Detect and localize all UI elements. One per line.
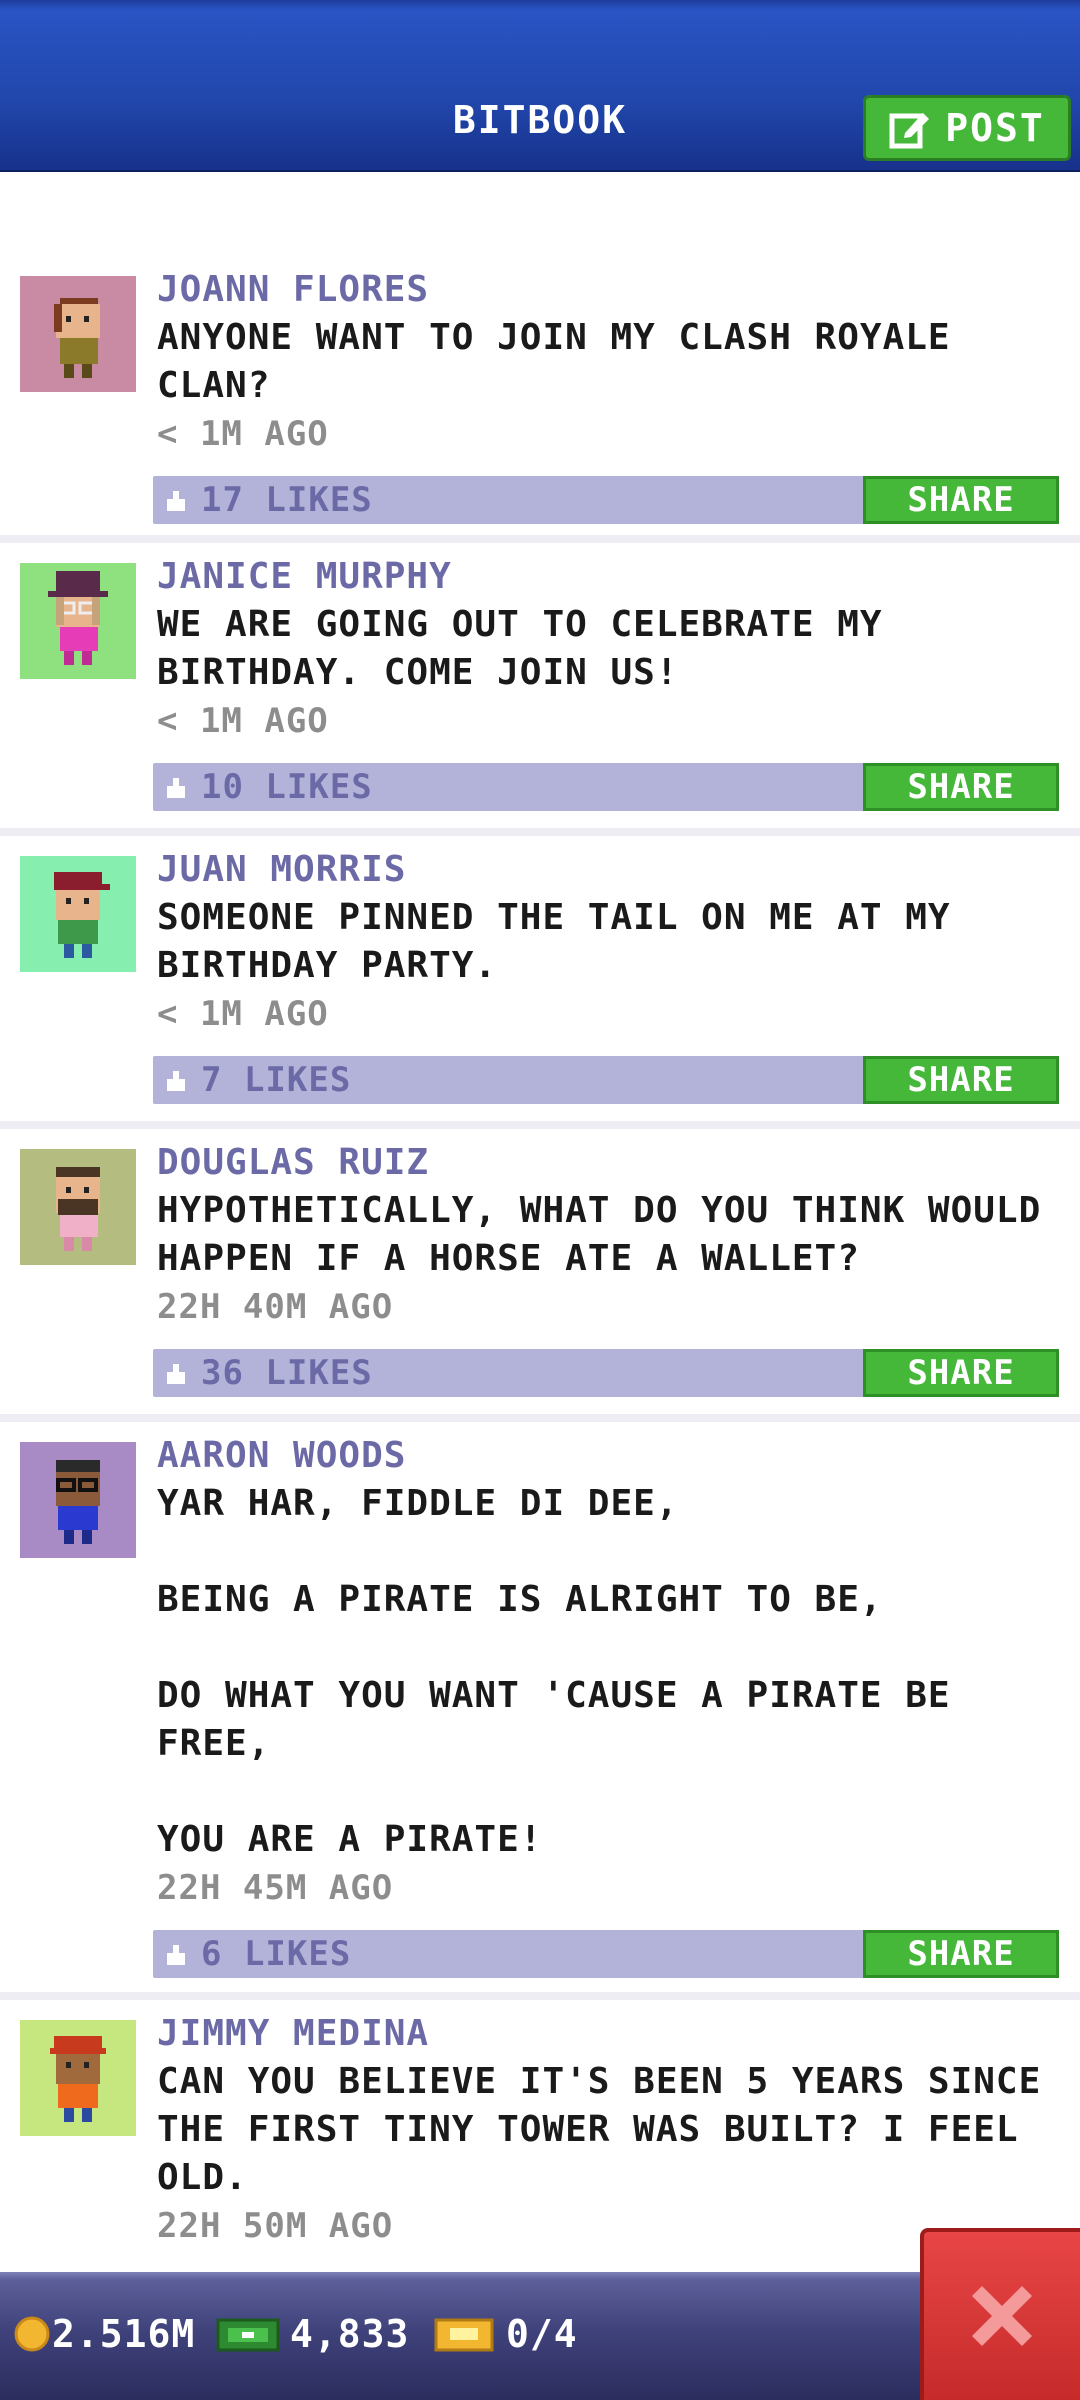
share-button[interactable]: SHARE: [863, 1056, 1059, 1104]
feed-post: AARON WOODS YAR HAR, FIDDLE DI DEE, BEIN…: [0, 1422, 1080, 2000]
like-button[interactable]: 10 LIKES: [163, 763, 373, 811]
post-timestamp: < 1M AGO: [157, 701, 329, 741]
avatar[interactable]: [20, 2020, 136, 2136]
thumbs-up-icon: [167, 1071, 185, 1091]
post-author[interactable]: JANICE MURPHY: [157, 553, 1057, 601]
post-text: ANYONE WANT TO JOIN MY CLASH ROYALE CLAN…: [157, 317, 974, 406]
feed-post: JIMMY MEDINA CAN YOU BELIEVE IT'S BEEN 5…: [0, 2000, 1080, 2300]
post-timestamp: < 1M AGO: [157, 994, 329, 1034]
post-author[interactable]: JUAN MORRIS: [157, 846, 1057, 894]
bux-display: 4,833: [216, 2312, 409, 2356]
app-header: BITBOOK POST: [0, 0, 1080, 172]
share-button[interactable]: SHARE: [863, 476, 1059, 524]
like-bar: 17 LIKES SHARE: [153, 476, 1059, 524]
post-button[interactable]: POST: [863, 95, 1071, 161]
thumbs-up-icon: [167, 491, 185, 511]
share-button[interactable]: SHARE: [863, 763, 1059, 811]
post-author[interactable]: AARON WOODS: [157, 1432, 1057, 1480]
post-author[interactable]: DOUGLAS RUIZ: [157, 1139, 1057, 1187]
thumbs-up-icon: [167, 1364, 185, 1384]
like-bar: 36 LIKES SHARE: [153, 1349, 1059, 1397]
resource-bar: 2.516M 4,833 0/4: [0, 2272, 1080, 2400]
post-text: YAR HAR, FIDDLE DI DEE, BEING A PIRATE I…: [157, 1483, 951, 1860]
post-text: CAN YOU BELIEVE IT'S BEEN 5 YEARS SINCE …: [157, 2061, 1064, 2198]
avatar[interactable]: [20, 1149, 136, 1265]
share-button[interactable]: SHARE: [863, 1349, 1059, 1397]
post-author[interactable]: JIMMY MEDINA: [157, 2010, 1057, 2058]
post-text: SOMEONE PINNED THE TAIL ON ME AT MY BIRT…: [157, 897, 974, 986]
coin-icon: [14, 2316, 50, 2352]
avatar[interactable]: [20, 276, 136, 392]
like-count: 10 LIKES: [201, 767, 373, 807]
like-bar: 6 LIKES SHARE: [153, 1930, 1059, 1978]
post-text: WE ARE GOING OUT TO CELEBRATE MY BIRTHDA…: [157, 604, 906, 693]
compose-icon: [889, 113, 930, 149]
coins-value: 2.516M: [52, 2312, 196, 2356]
close-icon: [972, 2286, 1032, 2346]
post-button-label: POST: [945, 106, 1045, 150]
thumbs-up-icon: [167, 778, 185, 798]
post-timestamp: < 1M AGO: [157, 414, 329, 454]
like-button[interactable]: 6 LIKES: [163, 1930, 351, 1978]
ticket-icon: [434, 2318, 494, 2352]
like-button[interactable]: 36 LIKES: [163, 1349, 373, 1397]
thumbs-up-icon: [167, 1945, 185, 1965]
tickets-value: 0/4: [506, 2312, 578, 2356]
tickets-display: 0/4: [434, 2312, 578, 2356]
feed-post: JOANN FLORES ANYONE WANT TO JOIN MY CLAS…: [0, 256, 1080, 543]
like-button[interactable]: 7 LIKES: [163, 1056, 351, 1104]
avatar[interactable]: [20, 1442, 136, 1558]
like-button[interactable]: 17 LIKES: [163, 476, 373, 524]
coins-display: 2.516M: [12, 2312, 195, 2356]
bux-icon: [216, 2318, 280, 2352]
bux-value: 4,833: [290, 2312, 410, 2356]
post-text: HYPOTHETICALLY, WHAT DO YOU THINK WOULD …: [157, 1190, 1064, 1279]
like-count: 6 LIKES: [201, 1934, 352, 1974]
post-author[interactable]: JOANN FLORES: [157, 266, 1057, 314]
feed-post: JANICE MURPHY WE ARE GOING OUT TO CELEBR…: [0, 543, 1080, 836]
like-count: 36 LIKES: [201, 1353, 373, 1393]
feed-post: JUAN MORRIS SOMEONE PINNED THE TAIL ON M…: [0, 836, 1080, 1129]
avatar[interactable]: [20, 856, 136, 972]
share-button[interactable]: SHARE: [863, 1930, 1059, 1978]
post-timestamp: 22H 45M AGO: [157, 1868, 394, 1908]
like-bar: 7 LIKES SHARE: [153, 1056, 1059, 1104]
post-timestamp: 22H 40M AGO: [157, 1287, 394, 1327]
close-button[interactable]: [920, 2228, 1080, 2400]
like-count: 7 LIKES: [201, 1060, 352, 1100]
like-bar: 10 LIKES SHARE: [153, 763, 1059, 811]
feed-list: JOANN FLORES ANYONE WANT TO JOIN MY CLAS…: [0, 256, 1080, 2300]
like-count: 17 LIKES: [201, 480, 373, 520]
feed-post: DOUGLAS RUIZ HYPOTHETICALLY, WHAT DO YOU…: [0, 1129, 1080, 1422]
avatar[interactable]: [20, 563, 136, 679]
